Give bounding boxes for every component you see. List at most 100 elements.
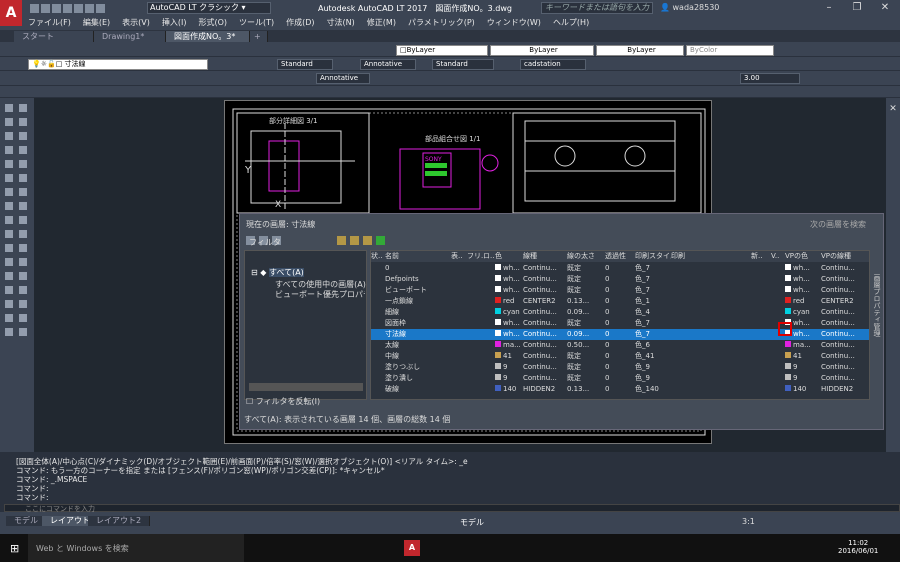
dim-style-select[interactable]: Annotative	[360, 59, 416, 70]
taskbar-search[interactable]: Web と Windows を検索	[28, 534, 244, 562]
workspace-select[interactable]: AutoCAD LT クラシック ▾	[147, 2, 271, 14]
invert-filter-checkbox[interactable]: ☐ フィルタを反転(I)	[246, 396, 320, 407]
color-swatch[interactable]	[495, 275, 501, 281]
layer-table[interactable]: 状..名前表..フリ..ロ..色線種線の太さ透過性印刷スタイル印刷新..V..V…	[370, 250, 870, 400]
color-swatch[interactable]	[785, 275, 791, 281]
annotation-scale[interactable]: 3:1	[742, 517, 755, 526]
color-swatch[interactable]	[495, 297, 501, 303]
layer-cell-color-wrap[interactable]: wh...	[495, 263, 523, 274]
new-layer-icon[interactable]	[337, 236, 346, 245]
column-header[interactable]: 色	[495, 251, 523, 262]
layer-cell-color-wrap[interactable]: cyan	[495, 307, 523, 318]
column-header[interactable]: 印刷スタイル	[635, 251, 671, 262]
layer-row[interactable]: ビューポート wh... Continu... 既定 0 色_7 wh... Continu.…	[371, 285, 869, 296]
layer-row[interactable]: Defpoints wh... Continu... 既定 0 色_7 wh... Conti…	[371, 274, 869, 285]
undo-icon[interactable]	[85, 3, 94, 13]
filter-tree[interactable]: フィルタ ⊟ ◆ すべて(A) すべての使用中の画層(A) ビューポート優先プロ…	[244, 238, 367, 400]
layer-cell-color-wrap[interactable]: 140	[495, 384, 523, 395]
new-vp-frozen-layer-icon[interactable]	[350, 236, 359, 245]
layer-cell-color-wrap[interactable]: ma...	[495, 340, 523, 351]
filter-all[interactable]: ⊟ ◆ すべて(A)	[251, 267, 304, 278]
layer-row[interactable]: 細線 cyan Continu... 0.09... 0 色_4 cyan Continu..…	[371, 307, 869, 318]
layer-cell-vpc-wrap[interactable]: red	[785, 296, 821, 307]
color-select[interactable]: □ByLayer	[396, 45, 488, 56]
model-space-toggle[interactable]: モデル	[460, 517, 484, 528]
menu-item[interactable]: 寸法(N)	[321, 17, 361, 28]
layer-cell-color-wrap[interactable]: 9	[495, 362, 523, 373]
user-name[interactable]: 👤 wada28530	[660, 3, 719, 12]
layer-row[interactable]: 中線 41 Continu... 既定 0 色_41 41 Continu...	[371, 351, 869, 362]
menu-item[interactable]: ツール(T)	[233, 17, 280, 28]
color-swatch[interactable]	[785, 352, 791, 358]
lineweight-select[interactable]: ByLayer	[596, 45, 684, 56]
color-swatch[interactable]	[785, 308, 791, 314]
restore-icon[interactable]: ❐	[846, 1, 868, 15]
tab-drawing1[interactable]: Drawing1*	[94, 31, 166, 42]
layer-row[interactable]: 寸法線 wh... Continu... 0.09... 0 色_7 wh... Contin…	[371, 329, 869, 340]
layer-cell-color-wrap[interactable]: wh...	[495, 318, 523, 329]
tab-model[interactable]: モデル	[6, 516, 47, 526]
print-icon[interactable]	[74, 3, 83, 13]
menu-item[interactable]: ヘルプ(H)	[547, 17, 595, 28]
color-swatch[interactable]	[495, 308, 501, 314]
color-swatch[interactable]	[785, 385, 791, 391]
layer-cell-color-wrap[interactable]: wh...	[495, 285, 523, 296]
layer-row[interactable]: 塗り潰し 9 Continu... 既定 0 色_9 9 Continu...	[371, 373, 869, 384]
layer-cell-vpc-wrap[interactable]: cyan	[785, 307, 821, 318]
clock[interactable]: 11:02 2016/06/01	[838, 539, 878, 555]
redo-icon[interactable]	[96, 3, 105, 13]
color-swatch[interactable]	[495, 319, 501, 325]
layer-row[interactable]: 0 wh... Continu... 既定 0 色_7 wh... Continu...	[371, 263, 869, 274]
layer-search-input[interactable]: 次の画層を検索	[810, 219, 866, 230]
annotative-select[interactable]: Annotative	[316, 73, 370, 84]
scale-input[interactable]: 3.00	[740, 73, 800, 84]
layer-row[interactable]: 破線 140 HIDDEN2 0.13... 0 色_140 140 HIDDEN2	[371, 384, 869, 395]
color-swatch[interactable]	[495, 264, 501, 270]
help-search-input[interactable]: キーワードまたは語句を入力	[541, 2, 653, 14]
color-swatch[interactable]	[785, 363, 791, 369]
column-header[interactable]: 表..	[451, 251, 467, 262]
menu-item[interactable]: ウィンドウ(W)	[481, 17, 547, 28]
menu-item[interactable]: 挿入(I)	[156, 17, 193, 28]
layer-properties-manager[interactable]: 現在の画層: 寸法線 次の画層を検索 フィルタ ⊟ ◆ すべて(A) すべての使…	[239, 213, 884, 430]
menu-item[interactable]: 修正(M)	[361, 17, 402, 28]
color-swatch[interactable]	[785, 341, 791, 347]
column-header[interactable]: 印刷	[671, 251, 751, 262]
close-icon[interactable]: ✕	[874, 1, 896, 15]
menu-item[interactable]: ファイル(F)	[22, 17, 77, 28]
table-style-select[interactable]: Standard	[432, 59, 494, 70]
color-swatch[interactable]	[785, 264, 791, 270]
start-icon[interactable]: ⊞	[10, 542, 19, 555]
color-swatch[interactable]	[495, 385, 501, 391]
layer-cell-color-wrap[interactable]: wh...	[495, 274, 523, 285]
layer-cell-vpc-wrap[interactable]: ma...	[785, 340, 821, 351]
column-header[interactable]: 透過性	[605, 251, 635, 262]
menu-item[interactable]: 表示(V)	[116, 17, 156, 28]
autocad-logo-icon[interactable]: A	[0, 0, 22, 26]
column-header[interactable]: VPの線種	[821, 251, 869, 262]
vp-freeze-highlight[interactable]	[778, 322, 792, 336]
layer-cell-vpc-wrap[interactable]: 140	[785, 384, 821, 395]
menu-item[interactable]: 編集(E)	[77, 17, 116, 28]
column-header[interactable]: フリ..	[467, 251, 483, 262]
save-icon[interactable]	[52, 3, 61, 13]
tab-start[interactable]: スタート	[14, 31, 94, 42]
new-icon[interactable]	[30, 3, 39, 13]
layer-cell-vpc-wrap[interactable]: 9	[785, 373, 821, 384]
layer-row[interactable]: 一点鎖線 red CENTER2 0.13... 0 色_1 red CENTER2	[371, 296, 869, 307]
tab-layout2[interactable]: レイアウト2	[88, 516, 151, 526]
layer-cell-vpc-wrap[interactable]: 9	[785, 362, 821, 373]
mleader-style-select[interactable]: cadstation	[520, 59, 586, 70]
color-swatch[interactable]	[495, 363, 501, 369]
open-icon[interactable]	[41, 3, 50, 13]
palette-close-icon[interactable]: ✕	[886, 104, 900, 114]
tool-icons[interactable]	[0, 98, 34, 452]
layer-cell-vpc-wrap[interactable]: 41	[785, 351, 821, 362]
color-swatch[interactable]	[495, 341, 501, 347]
layer-select[interactable]: 💡☼🔓□ 寸法線	[28, 59, 208, 70]
set-current-icon[interactable]	[376, 236, 385, 245]
menu-item[interactable]: 作成(D)	[280, 17, 320, 28]
color-swatch[interactable]	[495, 352, 501, 358]
plotstyle-select[interactable]: ByColor	[686, 45, 774, 56]
delete-layer-icon[interactable]	[363, 236, 372, 245]
